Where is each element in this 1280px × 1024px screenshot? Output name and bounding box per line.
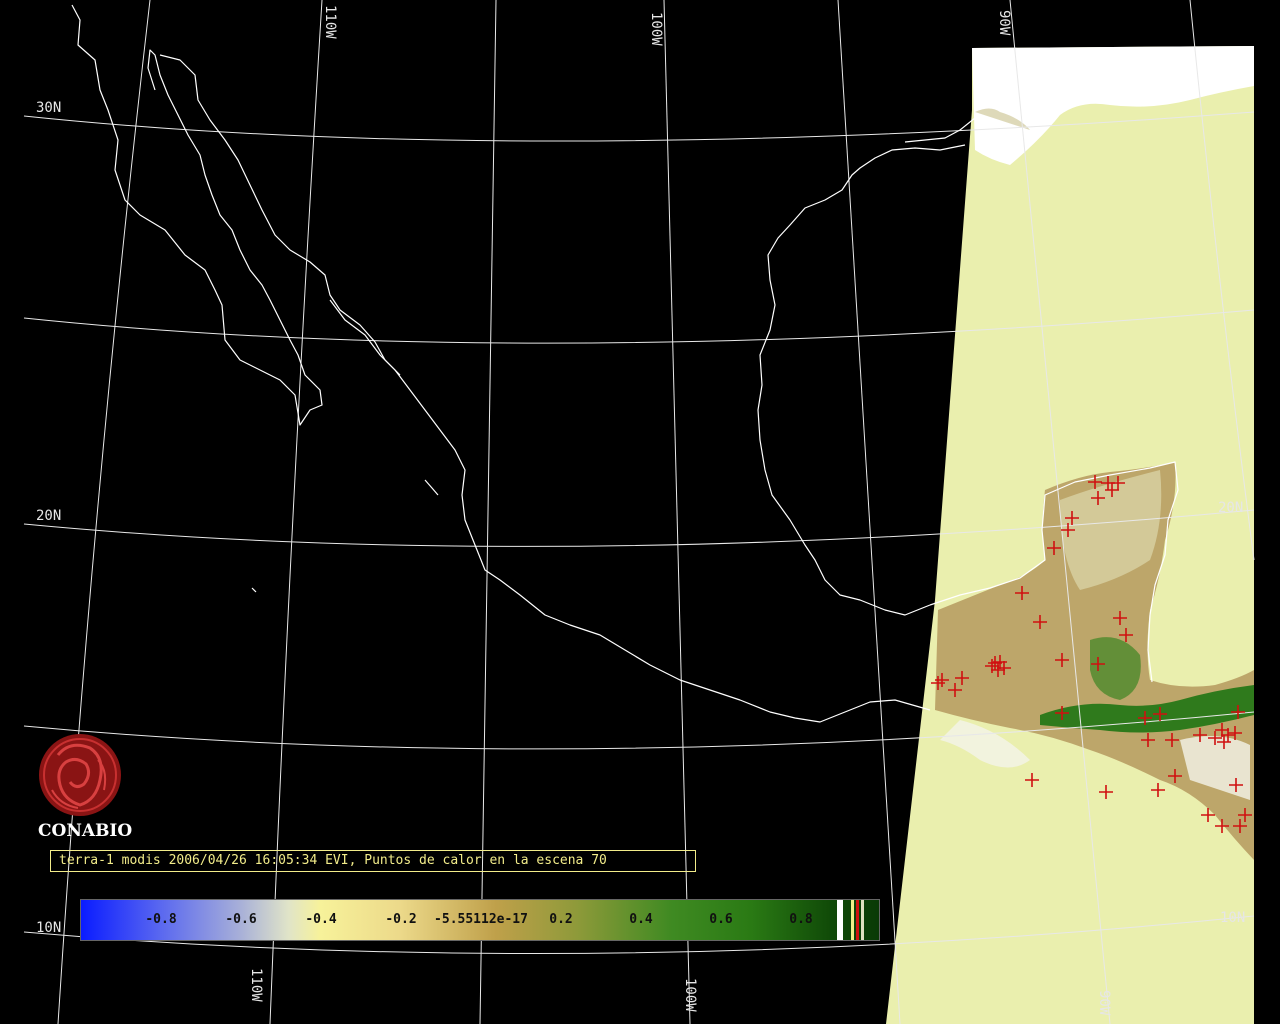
colorbar-tick: 0.8 [789, 912, 813, 927]
colorbar-tick: -0.8 [145, 912, 177, 927]
coastline-pacific-mexico [329, 299, 931, 723]
colorbar-tick: -5.55112e-17 [434, 912, 528, 927]
colorbar-tick: 0.4 [629, 912, 653, 927]
colorbar-stripe-white [837, 900, 843, 940]
conabio-logo-text: CONABIO [38, 821, 133, 841]
coastline-baja-west [71, 4, 323, 426]
meridian-95w [837, 0, 901, 1024]
colorbar-tick: -0.4 [305, 912, 337, 927]
lon-label-110w-top: 110W [322, 5, 338, 39]
colorbar-tick: 0.6 [709, 912, 733, 927]
evi-color-scale: -0.8 -0.6 -0.4 -0.2 -5.55112e-17 0.2 0.4… [80, 899, 880, 941]
lat-label-10n: 10N [36, 920, 61, 936]
colorbar-stripe-yellow [851, 900, 854, 940]
lon-label-100w-top: 100W [648, 12, 664, 46]
colorbar-tick: 0.2 [549, 912, 573, 927]
colorbar-stripe-light [861, 900, 864, 940]
conabio-logo-icon [39, 734, 121, 816]
scene-caption: terra-1 modis 2006/04/26 16:05:34 EVI, P… [50, 850, 696, 872]
lon-label-90w-top: 90W [996, 10, 1012, 36]
colorbar-stripe-red [856, 900, 859, 940]
colorbar-tick: -0.6 [225, 912, 257, 927]
lon-label-100w-bottom: 100W [682, 978, 698, 1012]
lon-label-110w-bottom: 110W [248, 968, 264, 1002]
coastline-gulf-california-east [159, 54, 401, 376]
lat-label-right-20n: 20N [1218, 500, 1243, 516]
lat-label-30n: 30N [36, 100, 61, 116]
lat-label-right-10n: 10N [1220, 910, 1245, 926]
island [251, 479, 439, 593]
colorbar-tick: -0.2 [385, 912, 417, 927]
lon-label-90w-bottom: 90W [1096, 990, 1112, 1016]
lat-label-20n: 20N [36, 508, 61, 524]
